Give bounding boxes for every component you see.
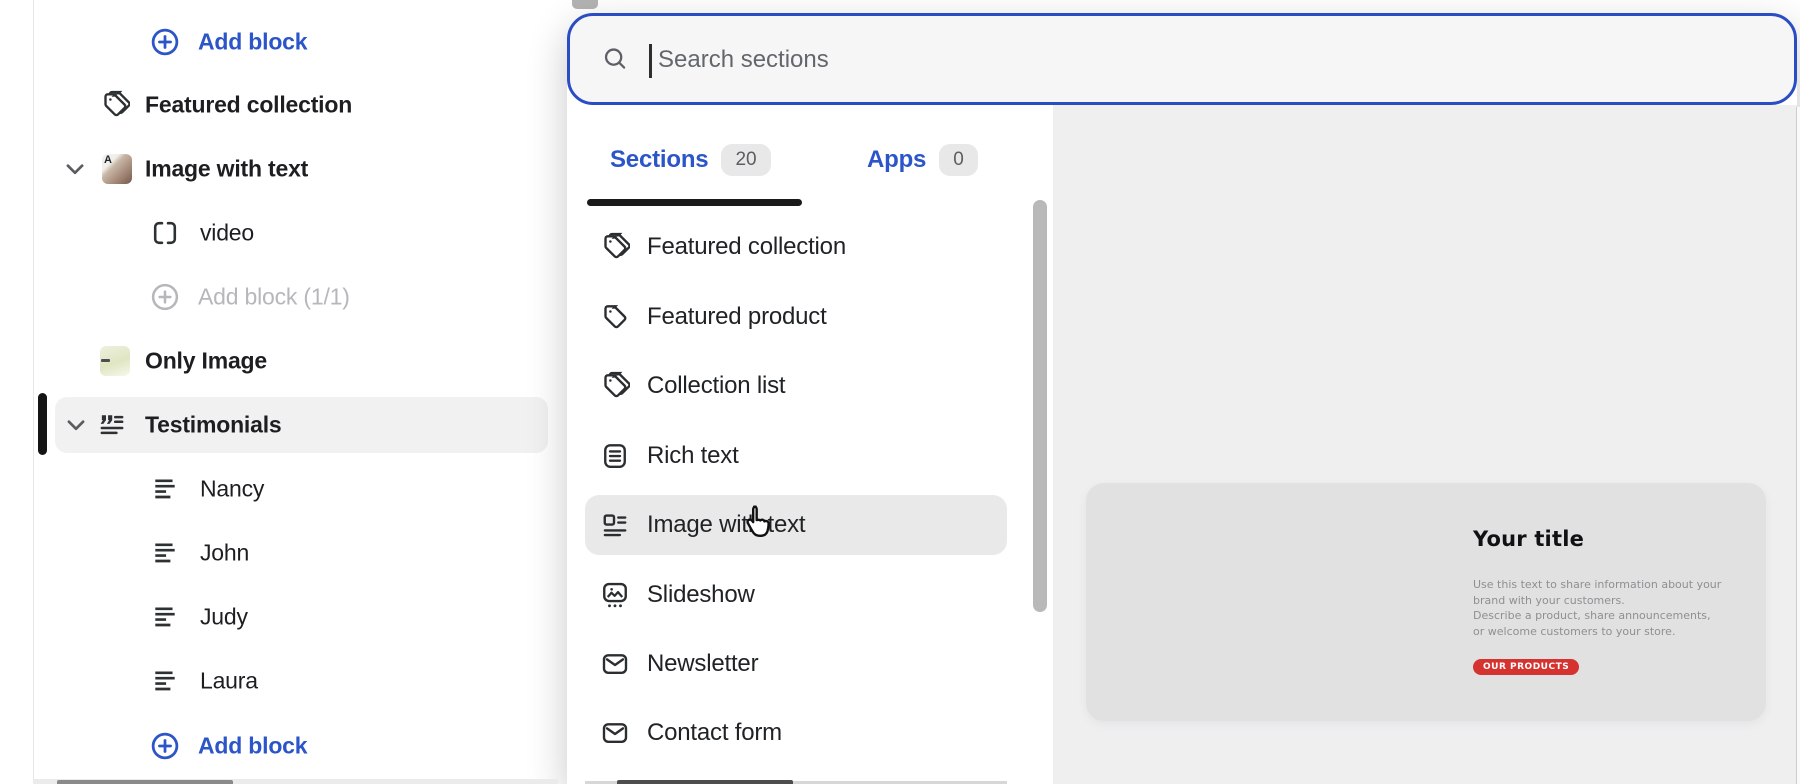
- sidebar-item-judy[interactable]: Judy: [0, 589, 560, 645]
- sidebar-item-john[interactable]: John: [0, 525, 560, 581]
- sidebar-item-testimonials[interactable]: Testimonials: [55, 397, 548, 453]
- add-block-disabled-label: Add block (1/1): [198, 283, 350, 310]
- scrollbar-nub[interactable]: [572, 0, 598, 9]
- section-tree-sidebar: Add block Featured collection A Image wi…: [0, 0, 567, 784]
- section-option-label: Slideshow: [647, 581, 755, 608]
- section-option-contact-form[interactable]: Contact form: [585, 703, 1007, 763]
- sidebar-item-image-with-text[interactable]: A Image with text: [0, 141, 560, 197]
- circle-plus-icon: [150, 731, 180, 761]
- tags-icon: [600, 371, 630, 401]
- search-input[interactable]: [656, 20, 1660, 100]
- block-label: Judy: [200, 603, 248, 630]
- block-label: video: [200, 219, 254, 246]
- sidebar-next-row-cutoff: [57, 780, 233, 784]
- section-option-label: Collection list: [647, 372, 786, 399]
- tab-apps-label: Apps: [867, 146, 927, 173]
- section-label: Testimonials: [145, 411, 282, 438]
- preview-paragraph: Use this text to share information about…: [1473, 578, 1722, 607]
- section-option-newsletter[interactable]: Newsletter: [585, 634, 1007, 694]
- section-option-image-with-text[interactable]: Image with text: [585, 495, 1007, 555]
- sidebar-add-block-top[interactable]: Add block: [0, 14, 560, 70]
- quote-icon: [97, 410, 127, 440]
- section-option-label: Rich text: [647, 442, 739, 469]
- frame-brackets-icon: [151, 219, 179, 247]
- add-section-dialog: Sections 20 Apps 0 Featured collection: [567, 13, 1797, 784]
- section-label: Only Image: [145, 347, 267, 374]
- tab-apps-count-badge: 0: [939, 144, 978, 176]
- sidebar-item-laura[interactable]: Laura: [0, 653, 560, 709]
- section-option-rich-text[interactable]: Rich text: [585, 426, 1007, 486]
- add-block-label: Add block: [198, 732, 308, 759]
- align-left-icon: [151, 475, 179, 503]
- preview-body-text: Use this text to share information about…: [1473, 577, 1723, 639]
- tab-apps[interactable]: Apps 0: [867, 115, 978, 205]
- image-with-text-preview-card: Your title Use this text to share inform…: [1086, 483, 1766, 721]
- preview-paragraph: Describe a product, share announcements,…: [1473, 609, 1711, 638]
- section-option-featured-product[interactable]: Featured product: [585, 287, 1007, 347]
- list-scrollbar-thumb[interactable]: [1033, 200, 1047, 612]
- align-left-icon: [151, 603, 179, 631]
- chevron-down-icon[interactable]: [63, 412, 89, 438]
- section-option-label: Featured collection: [647, 233, 846, 260]
- only-image-thumbnail: [100, 346, 130, 376]
- align-left-icon: [151, 539, 179, 567]
- dialog-tabbar: Sections 20 Apps 0: [567, 105, 1053, 209]
- sidebar-add-block-bottom[interactable]: Add block: [0, 718, 560, 774]
- selected-indicator-bar: [38, 393, 47, 455]
- block-label: Nancy: [200, 475, 265, 502]
- preview-our-products-button: OUR PRODUCTS: [1473, 659, 1580, 675]
- block-label: John: [200, 539, 250, 566]
- active-tab-underline: [587, 199, 802, 206]
- circle-plus-icon: [150, 282, 180, 312]
- section-option-featured-collection[interactable]: Featured collection: [585, 217, 1007, 277]
- slideshow-icon: [600, 580, 630, 610]
- sidebar-add-block-disabled: Add block (1/1): [0, 269, 560, 325]
- section-option-label: Newsletter: [647, 650, 759, 677]
- section-option-label: Featured product: [647, 303, 827, 330]
- search-sections-box[interactable]: [567, 13, 1797, 105]
- list-next-row-cutoff: [617, 780, 793, 784]
- chevron-down-icon[interactable]: [62, 156, 88, 182]
- section-label: Image with text: [145, 155, 309, 182]
- tags-icon: [600, 232, 630, 262]
- add-block-label: Add block: [198, 28, 308, 55]
- sidebar-item-video[interactable]: video: [0, 205, 560, 261]
- tag-icon: [600, 302, 630, 332]
- section-label: Featured collection: [145, 91, 353, 118]
- block-label: Laura: [200, 667, 258, 694]
- preview-title: Your title: [1473, 527, 1585, 551]
- theme-editor-screen: Add block Featured collection A Image wi…: [0, 0, 1800, 784]
- tab-sections-count-badge: 20: [721, 144, 771, 176]
- window-right-edge: [1796, 107, 1800, 784]
- sidebar-item-nancy[interactable]: Nancy: [0, 461, 560, 517]
- section-option-label: Image with text: [647, 511, 806, 538]
- image-with-text-thumbnail: A: [102, 154, 132, 184]
- image-text-layout-icon: [600, 510, 630, 540]
- align-left-icon: [151, 667, 179, 695]
- section-option-label: Contact form: [647, 719, 782, 746]
- section-option-slideshow[interactable]: Slideshow: [585, 565, 1007, 625]
- tab-sections-label: Sections: [610, 146, 709, 173]
- envelope-icon: [600, 718, 630, 748]
- envelope-icon: [600, 649, 630, 679]
- sidebar-item-featured-collection[interactable]: Featured collection: [0, 77, 560, 133]
- search-icon: [602, 46, 629, 73]
- tags-icon: [100, 90, 130, 120]
- section-preview-pane: Your title Use this text to share inform…: [1053, 105, 1797, 784]
- sidebar-item-only-image[interactable]: Only Image: [0, 333, 560, 389]
- circle-plus-icon: [150, 27, 180, 57]
- tab-sections[interactable]: Sections 20: [610, 115, 771, 205]
- section-option-collection-list[interactable]: Collection list: [585, 356, 1007, 416]
- text-caret: [649, 44, 652, 78]
- sections-list: Featured collection Featured product Col…: [567, 207, 1053, 784]
- document-text-icon: [600, 441, 630, 471]
